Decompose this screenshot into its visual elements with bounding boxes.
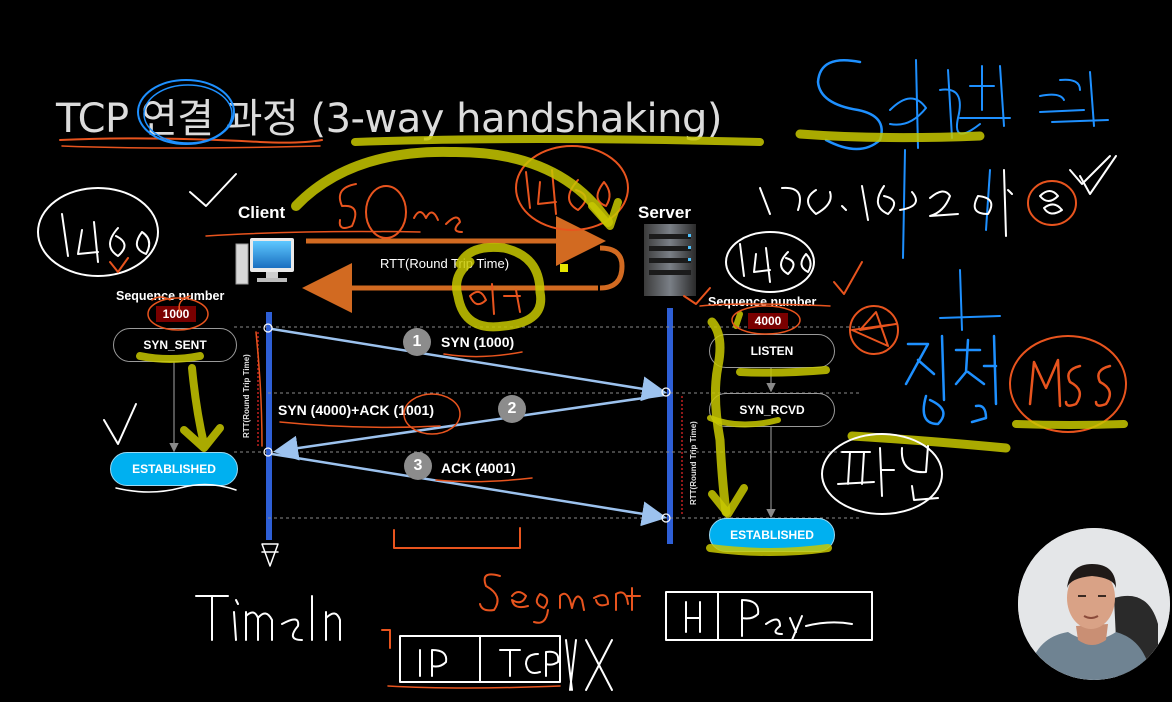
slide: TCP 연결 과정 (3-way handshaking) Client Ser…: [0, 0, 1172, 702]
presenter-portrait: [1018, 528, 1170, 680]
handwritten-annotations: [37, 59, 1128, 691]
presenter-webcam: [1018, 528, 1170, 680]
